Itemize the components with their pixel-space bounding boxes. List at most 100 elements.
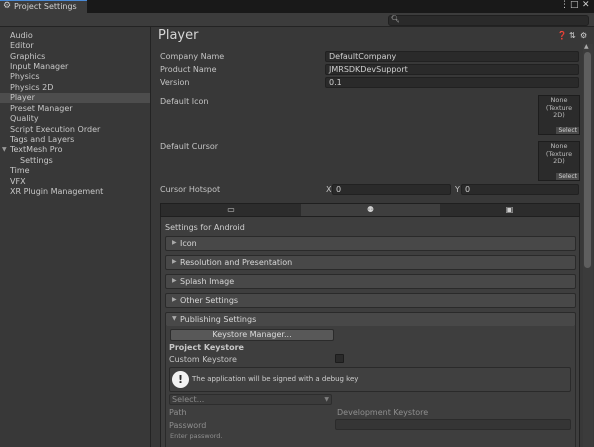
tab-title: Project Settings	[14, 2, 77, 11]
texture-type-text: (Texture 2D)	[545, 103, 573, 119]
product-name-field[interactable]: JMRSDKDevSupport	[325, 64, 579, 75]
password-label: Password	[169, 421, 207, 430]
project-settings-tab[interactable]: ⚙ Project Settings	[0, 0, 87, 13]
sidebar-item-vfx[interactable]: VFX	[0, 177, 150, 187]
preset-icon[interactable]: ⇅	[569, 31, 576, 40]
maximize-icon[interactable]: □	[570, 0, 579, 10]
custom-keystore-checkbox[interactable]	[335, 354, 344, 363]
default-icon-texture-slot[interactable]: None (Texture 2D) Select	[538, 95, 580, 135]
select-button[interactable]: Select	[556, 127, 579, 134]
chevron-down-icon: ▼	[172, 315, 177, 322]
section-splash-image[interactable]: ▶ Splash Image	[165, 274, 576, 289]
page-title: Player	[158, 28, 199, 43]
sidebar: Audio Editor Graphics Input Manager Phys…	[0, 27, 151, 447]
chevron-down-icon: ▼	[324, 396, 329, 403]
chevron-right-icon: ▶	[172, 296, 177, 303]
keystore-manager-button[interactable]: Keystore Manager...	[170, 329, 334, 341]
sidebar-item-label: XR Plugin Management	[10, 187, 104, 196]
chevron-down-icon[interactable]: ▼	[2, 145, 7, 155]
sidebar-item-label: Physics 2D	[10, 83, 54, 92]
webgl-icon: ▣	[505, 205, 514, 214]
settings-gear-icon[interactable]: ⚙	[580, 31, 587, 40]
more-options-icon[interactable]: ⋮	[560, 0, 569, 10]
version-label: Version	[160, 78, 190, 87]
sidebar-item-physics-2d[interactable]: Physics 2D	[0, 83, 150, 93]
section-label: Icon	[180, 239, 197, 248]
version-field[interactable]: 0.1	[325, 77, 579, 88]
gear-icon: ⚙	[3, 1, 12, 11]
sidebar-item-label: Script Execution Order	[10, 125, 101, 134]
select-placeholder: Select...	[172, 395, 205, 404]
search-icon: 🔍︎	[391, 15, 400, 23]
title-bar	[0, 0, 594, 13]
close-icon[interactable]: ✕	[582, 0, 590, 10]
texture-type-text: (Texture 2D)	[545, 149, 573, 165]
company-name-label: Company Name	[160, 52, 225, 61]
tab-webgl[interactable]: ▣	[440, 204, 579, 216]
section-label: Splash Image	[180, 277, 235, 286]
sidebar-item-tags-and-layers[interactable]: Tags and Layers	[0, 135, 150, 145]
sidebar-item-textmesh-pro[interactable]: ▼ TextMesh Pro	[0, 145, 150, 155]
hotspot-x-label: X	[326, 185, 332, 194]
help-text: The application will be signed with a de…	[192, 375, 359, 383]
sidebar-item-preset-manager[interactable]: Preset Manager	[0, 104, 150, 114]
section-other-settings[interactable]: ▶ Other Settings	[165, 293, 576, 308]
scrollbar-thumb[interactable]	[584, 52, 591, 268]
scroll-up-icon[interactable]: ▲	[584, 43, 592, 51]
hotspot-y-field[interactable]: 0	[461, 184, 579, 195]
section-label: Other Settings	[180, 296, 239, 305]
sidebar-item-label: Player	[10, 93, 35, 102]
sidebar-item-graphics[interactable]: Graphics	[0, 52, 150, 62]
company-name-field[interactable]: DefaultCompany	[325, 51, 579, 62]
sidebar-item-editor[interactable]: Editor	[0, 41, 150, 51]
path-label: Path	[169, 408, 187, 417]
sidebar-item-label: Settings	[20, 156, 53, 165]
section-label: Resolution and Presentation	[180, 258, 293, 267]
sidebar-item-label: TextMesh Pro	[10, 145, 63, 154]
chevron-right-icon: ▶	[172, 239, 177, 246]
sidebar-item-player[interactable]: Player	[0, 93, 150, 103]
section-label: Publishing Settings	[180, 315, 257, 324]
sidebar-item-textmesh-settings[interactable]: Settings	[0, 156, 150, 166]
custom-keystore-label: Custom Keystore	[169, 355, 237, 364]
help-icon[interactable]: ❓	[557, 31, 567, 40]
sidebar-item-audio[interactable]: Audio	[0, 31, 150, 41]
sidebar-item-label: VFX	[10, 177, 26, 186]
section-icon[interactable]: ▶ Icon	[165, 236, 576, 251]
sidebar-item-label: Graphics	[10, 52, 46, 61]
settings-for-label: Settings for Android	[165, 223, 245, 232]
sidebar-item-label: Physics	[10, 72, 40, 81]
tab-standalone[interactable]: ▭	[161, 204, 301, 216]
sidebar-item-input-manager[interactable]: Input Manager	[0, 62, 150, 72]
default-icon-label: Default Icon	[160, 97, 209, 106]
password-hint: Enter password.	[170, 432, 223, 440]
keystore-select-dropdown[interactable]: Select... ▼	[169, 394, 332, 405]
select-button[interactable]: Select	[556, 173, 579, 180]
warning-icon: !	[172, 371, 189, 388]
sidebar-item-quality[interactable]: Quality	[0, 114, 150, 124]
sidebar-item-label: Input Manager	[10, 62, 69, 71]
section-resolution-and-presentation[interactable]: ▶ Resolution and Presentation	[165, 255, 576, 270]
search-input[interactable]: 🔍︎	[388, 15, 589, 26]
password-field[interactable]	[335, 419, 571, 430]
platform-tabs: ▭ ⚉ ▣	[160, 203, 580, 217]
sidebar-item-xr-plugin-management[interactable]: XR Plugin Management	[0, 187, 150, 197]
hotspot-y-label: Y	[455, 185, 460, 194]
sidebar-item-physics[interactable]: Physics	[0, 72, 150, 82]
product-name-label: Product Name	[160, 65, 217, 74]
sidebar-item-script-execution-order[interactable]: Script Execution Order	[0, 125, 150, 135]
tab-android[interactable]: ⚉	[301, 204, 440, 216]
sidebar-item-label: Tags and Layers	[10, 135, 75, 144]
sidebar-item-time[interactable]: Time	[0, 166, 150, 176]
cursor-hotspot-label: Cursor Hotspot	[160, 185, 221, 194]
default-cursor-label: Default Cursor	[160, 142, 219, 151]
path-value: Development Keystore	[337, 408, 429, 417]
hotspot-x-field[interactable]: 0	[332, 184, 451, 195]
chevron-right-icon: ▶	[172, 277, 177, 284]
section-publishing-settings[interactable]: ▼ Publishing Settings	[165, 312, 576, 327]
default-cursor-texture-slot[interactable]: None (Texture 2D) Select	[538, 141, 580, 181]
sidebar-item-label: Audio	[10, 31, 33, 40]
sidebar-item-label: Preset Manager	[10, 104, 73, 113]
monitor-icon: ▭	[227, 205, 235, 214]
sidebar-item-label: Editor	[10, 41, 34, 50]
